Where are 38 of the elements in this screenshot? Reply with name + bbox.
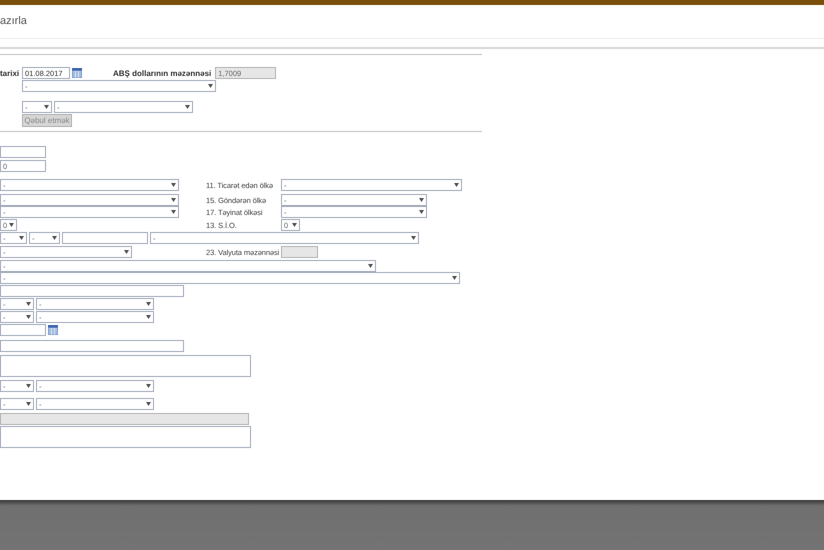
caret-icon — [26, 302, 31, 306]
input-field[interactable] — [62, 232, 148, 244]
text-area[interactable] — [0, 355, 251, 377]
caret-icon — [185, 105, 190, 109]
caret-icon — [146, 384, 151, 388]
caret-icon — [146, 402, 151, 406]
text-area[interactable] — [0, 426, 251, 448]
caret-icon — [419, 210, 424, 214]
caret-icon — [26, 384, 31, 388]
calendar-icon[interactable] — [48, 325, 58, 335]
caret-icon — [292, 223, 297, 227]
caret-icon — [9, 223, 14, 227]
caret-icon — [452, 276, 457, 280]
caret-icon — [368, 264, 373, 268]
input-field[interactable] — [0, 340, 184, 352]
caret-icon — [208, 84, 213, 88]
caret-icon — [124, 250, 129, 254]
caret-icon — [419, 198, 424, 202]
readonly-field — [281, 246, 318, 258]
caret-icon — [146, 315, 151, 319]
caret-icon — [26, 315, 31, 319]
caret-icon — [26, 402, 31, 406]
caret-icon — [411, 236, 416, 240]
caret-icon — [52, 236, 57, 240]
input-field[interactable] — [0, 285, 184, 297]
input-field[interactable] — [0, 146, 46, 158]
input-field[interactable] — [0, 324, 46, 336]
caret-icon — [19, 236, 24, 240]
caret-icon — [171, 183, 176, 187]
caret-icon — [171, 198, 176, 202]
caret-icon — [146, 302, 151, 306]
caret-icon — [44, 105, 49, 109]
date-label: tarixi — [0, 68, 20, 78]
caret-icon — [454, 183, 459, 187]
calendar-icon[interactable] — [72, 68, 82, 78]
rate-label: ABŞ dollarının məzənnəsi — [113, 68, 212, 78]
page-title: azırla — [0, 14, 27, 26]
caret-icon — [171, 210, 176, 214]
